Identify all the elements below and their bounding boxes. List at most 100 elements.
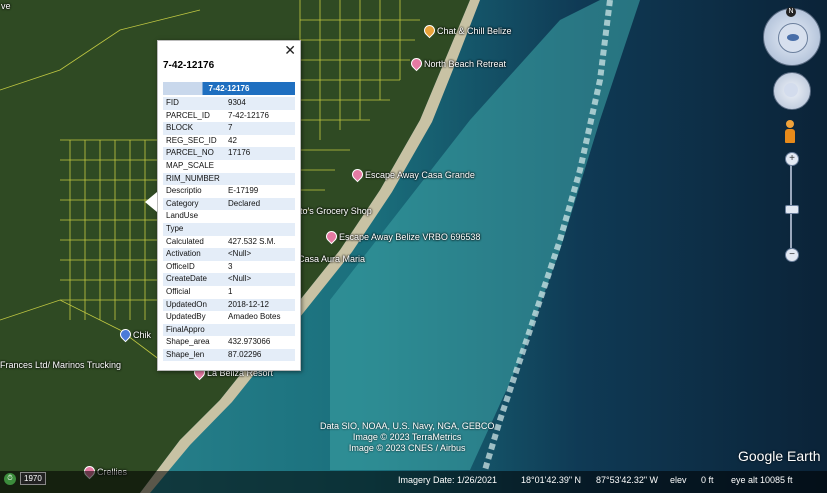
- field-name: FID: [166, 98, 179, 107]
- place-chiki[interactable]: Chik: [117, 326, 151, 343]
- field-name: Descriptio: [166, 186, 202, 196]
- balloon-tail: [145, 192, 157, 212]
- field-value: 2018-12-12: [228, 299, 269, 309]
- zoom-out-button[interactable]: −: [785, 248, 799, 262]
- table-row: Shape_area 432.973066: [163, 336, 295, 349]
- table-row: CreateDate <Null>: [163, 273, 295, 286]
- field-name: PARCEL_ID: [166, 110, 210, 120]
- field-value: 87.02296: [228, 349, 262, 359]
- zoom-in-button[interactable]: +: [785, 152, 799, 166]
- field-value: 7-42-12176: [228, 110, 269, 120]
- eye-altitude: eye alt 10085 ft: [731, 475, 793, 485]
- field-name: RIM_NUMBER: [166, 173, 220, 183]
- table-row: FID 9304: [163, 97, 295, 110]
- table-row: Official 1: [163, 286, 295, 299]
- clock-icon[interactable]: ⏱: [4, 472, 16, 485]
- status-bar: Imagery Date: 1/26/2021 18°01'42.39" N 8…: [0, 471, 827, 493]
- table-row: Shape_len 87.02296: [163, 348, 295, 362]
- imagery-date: Imagery Date: 1/26/2021: [398, 475, 498, 485]
- table-row: Type: [163, 222, 295, 236]
- pegman-icon[interactable]: [785, 120, 795, 144]
- field-name: REG_SEC_ID: [166, 135, 217, 145]
- field-value: E-17199: [228, 186, 259, 196]
- attribute-table: FID 9304 PARCEL_ID 7-42-12176 BLOCK 7 REG_SEC_…: [163, 97, 295, 362]
- field-value: <Null>: [228, 274, 252, 284]
- table-row: PARCEL_NO 17176: [163, 147, 295, 160]
- field-value: 427.532 S.M.: [228, 236, 276, 246]
- field-name: Shape_len: [166, 349, 205, 359]
- field-name: BLOCK: [166, 123, 194, 133]
- map-pin-icon: [323, 228, 340, 245]
- field-value: [228, 210, 295, 223]
- field-value: Amadeo Botes: [228, 312, 281, 322]
- field-value: [228, 160, 295, 173]
- table-row: FinalAppro: [163, 323, 295, 337]
- place-marinos[interactable]: Frances Ltd/ Marinos Trucking: [0, 360, 121, 370]
- table-row: MAP_SCALE: [163, 160, 295, 173]
- field-name: CreateDate: [166, 274, 207, 284]
- field-value: 9304: [228, 98, 246, 107]
- field-name: Shape_area: [166, 337, 210, 347]
- field-value: 42: [228, 135, 237, 145]
- move-control[interactable]: [773, 72, 811, 110]
- field-value: [228, 173, 295, 186]
- close-icon[interactable]: ✕: [284, 42, 296, 59]
- field-value: 3: [228, 261, 233, 271]
- latitude-readout: 18°01'42.39" N: [521, 475, 582, 485]
- table-row: UpdatedOn 2018-12-12: [163, 298, 295, 312]
- table-row: UpdatedBy Amadeo Botes: [163, 311, 295, 324]
- eye-icon[interactable]: [778, 23, 808, 53]
- table-row: PARCEL_ID 7-42-12176: [163, 110, 295, 123]
- map-pin-icon: [349, 166, 366, 183]
- historical-imagery[interactable]: ⏱ 1970: [4, 472, 46, 485]
- look-control[interactable]: N: [763, 7, 821, 66]
- field-value: 17176: [228, 148, 251, 158]
- field-value: 7: [228, 123, 233, 133]
- table-row: LandUse: [163, 210, 295, 223]
- place-casa-aura[interactable]: Casa Aura Maria: [298, 254, 365, 264]
- table-row: Descriptio E-17199: [163, 185, 295, 198]
- map-pin-icon: [117, 326, 134, 343]
- field-value: <Null>: [228, 249, 252, 259]
- longitude-readout: 87°53'42.32" W: [596, 475, 659, 485]
- timeline-year[interactable]: 1970: [20, 472, 46, 485]
- map-pin-icon: [408, 55, 425, 72]
- field-value: [228, 223, 295, 236]
- map-view[interactable]: ve Chat & Chill Belize North Beach Retre…: [0, 0, 827, 493]
- balloon-title: 7-42-12176: [163, 60, 215, 71]
- map-pin-icon: [421, 22, 438, 39]
- table-row: Calculated 427.532 S.M.: [163, 236, 295, 249]
- feature-info-balloon: ✕ 7-42-12176 7-42-12176 FID 9304 PARCEL_ID…: [157, 40, 301, 371]
- table-row: Category Declared: [163, 197, 295, 211]
- field-name: Type: [166, 223, 184, 233]
- field-name: Category: [166, 198, 199, 208]
- field-value: [228, 324, 295, 337]
- field-name: PARCEL_NO: [166, 148, 214, 158]
- place-grocery[interactable]: to's Grocery Shop: [300, 206, 372, 216]
- table-row: OfficeID 3: [163, 261, 295, 274]
- place-vrbo[interactable]: Escape Away Belize VRBO 696538: [323, 228, 480, 245]
- table-row: RIM_NUMBER: [163, 172, 295, 186]
- field-name: FinalAppro: [166, 324, 205, 334]
- place-north-beach[interactable]: North Beach Retreat: [408, 55, 506, 72]
- field-name: OfficeID: [166, 261, 195, 271]
- elevation-label: elev: [670, 475, 687, 485]
- zoom-slider[interactable]: + −: [785, 152, 799, 262]
- table-row: Activation <Null>: [163, 248, 295, 261]
- table-row: REG_SEC_ID 42: [163, 135, 295, 148]
- field-name: MAP_SCALE: [166, 160, 215, 170]
- field-name: Official: [166, 286, 191, 296]
- field-value: Declared: [228, 198, 261, 208]
- place-casa-grande[interactable]: Escape Away Casa Grande: [349, 166, 475, 183]
- zoom-thumb[interactable]: [785, 205, 799, 214]
- table-header: 7-42-12176: [163, 82, 295, 95]
- field-name: Activation: [166, 249, 201, 259]
- satellite-imagery: [0, 0, 827, 493]
- field-name: Calculated: [166, 236, 204, 246]
- north-indicator[interactable]: N: [786, 7, 796, 17]
- google-earth-logo: Google Earth: [738, 448, 821, 464]
- field-value: 1: [228, 286, 233, 296]
- credit-line: Image © 2023 CNES / Airbus: [348, 443, 466, 453]
- place-chat-chill[interactable]: Chat & Chill Belize: [421, 22, 512, 39]
- credit-line: Image © 2023 TerraMetrics: [352, 432, 462, 442]
